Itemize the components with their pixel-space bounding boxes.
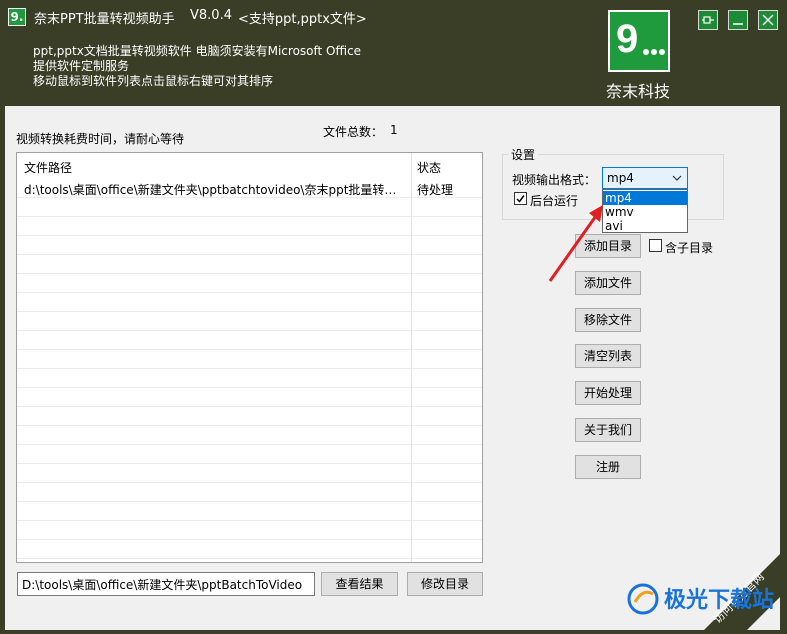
table-row[interactable]: d:\tools\桌面\office\新建文件夹\pptbatchtovideo… [17, 177, 482, 197]
format-option-mp4[interactable]: mp4 [603, 191, 687, 205]
file-count-label: 文件总数： [323, 125, 384, 139]
grid-line [17, 197, 482, 198]
minimize-button[interactable] [728, 10, 748, 30]
brand-logo: 9 [608, 10, 670, 72]
app-logo-icon: 9. [8, 8, 26, 26]
include-subdir-checkbox[interactable] [649, 239, 662, 252]
checkmark-icon [516, 195, 525, 203]
settings-title: 设置 [508, 146, 539, 163]
pin-button[interactable] [698, 10, 718, 30]
format-select-value: mp4 [607, 171, 634, 185]
grid-line [17, 463, 482, 464]
watermark-logo-icon [627, 583, 659, 615]
cell-path: d:\tools\桌面\office\新建文件夹\pptbatchtovideo… [24, 183, 407, 197]
grid-line [17, 330, 482, 331]
minimize-icon [733, 23, 743, 25]
annotation-arrow-icon [548, 205, 603, 282]
grid-line [17, 482, 482, 483]
app-version: V8.0.4 [190, 8, 232, 23]
app-title: 奈末PPT批量转视频助手 [34, 12, 175, 27]
grid-line [17, 444, 482, 445]
about-button[interactable]: 关于我们 [575, 418, 641, 442]
remove-file-button[interactable]: 移除文件 [575, 308, 641, 332]
grid-line [17, 558, 482, 559]
grid-line [17, 406, 482, 407]
background-run-checkbox[interactable] [514, 192, 527, 205]
output-dir-field[interactable]: D:\tools\桌面\office\新建文件夹\pptBatchToVideo [17, 572, 315, 596]
format-select[interactable]: mp4 [602, 167, 688, 189]
close-icon [762, 14, 774, 26]
format-option-avi[interactable]: avi [603, 219, 687, 233]
grid-line [17, 254, 482, 255]
watermark-text: 极光下载站 [664, 588, 775, 613]
grid-line [17, 387, 482, 388]
change-dir-button[interactable]: 修改目录 [407, 572, 483, 596]
grid-line [17, 349, 482, 350]
file-list[interactable]: 文件路径 状态 d:\tools\桌面\office\新建文件夹\pptbatc… [16, 152, 483, 563]
chevron-down-icon [672, 175, 682, 181]
format-dropdown: mp4 wmv avi [602, 189, 688, 233]
app-window: 9. 奈末PPT批量转视频助手 V8.0.4 <支持ppt,pptx文件> pp… [0, 0, 787, 634]
grid-line [17, 235, 482, 236]
hint-text: 视频转换耗费时间，请耐心等待 [16, 132, 185, 146]
grid-line [17, 311, 482, 312]
file-count-value: 1 [390, 123, 398, 137]
pin-icon [702, 16, 714, 24]
include-subdir-label: 含子目录 [665, 241, 714, 255]
svg-text:9: 9 [616, 17, 638, 61]
grid-line [17, 520, 482, 521]
format-label: 视频输出格式： [512, 173, 597, 187]
view-result-button[interactable]: 查看结果 [321, 572, 398, 596]
close-button[interactable] [758, 10, 778, 30]
grid-line [17, 273, 482, 274]
list-header: 文件路径 状态 [17, 153, 482, 177]
cell-status: 待处理 [417, 183, 454, 197]
brand-name: 奈末科技 [606, 82, 671, 101]
grid-line [17, 501, 482, 502]
grid-line [17, 425, 482, 426]
clear-list-button[interactable]: 清空列表 [575, 344, 641, 368]
grid-line [17, 216, 482, 217]
description-line-3: 移动鼠标到软件列表点击鼠标右键可对其排序 [33, 74, 274, 88]
register-button[interactable]: 注册 [575, 455, 641, 479]
column-header-status[interactable]: 状态 [417, 159, 441, 176]
grid-line [17, 539, 482, 540]
column-header-path[interactable]: 文件路径 [24, 159, 72, 176]
grid-line [17, 292, 482, 293]
grid-line [17, 368, 482, 369]
format-option-wmv[interactable]: wmv [603, 205, 687, 219]
start-button[interactable]: 开始处理 [575, 381, 641, 405]
app-support-note: <支持ppt,pptx文件> [238, 12, 367, 27]
